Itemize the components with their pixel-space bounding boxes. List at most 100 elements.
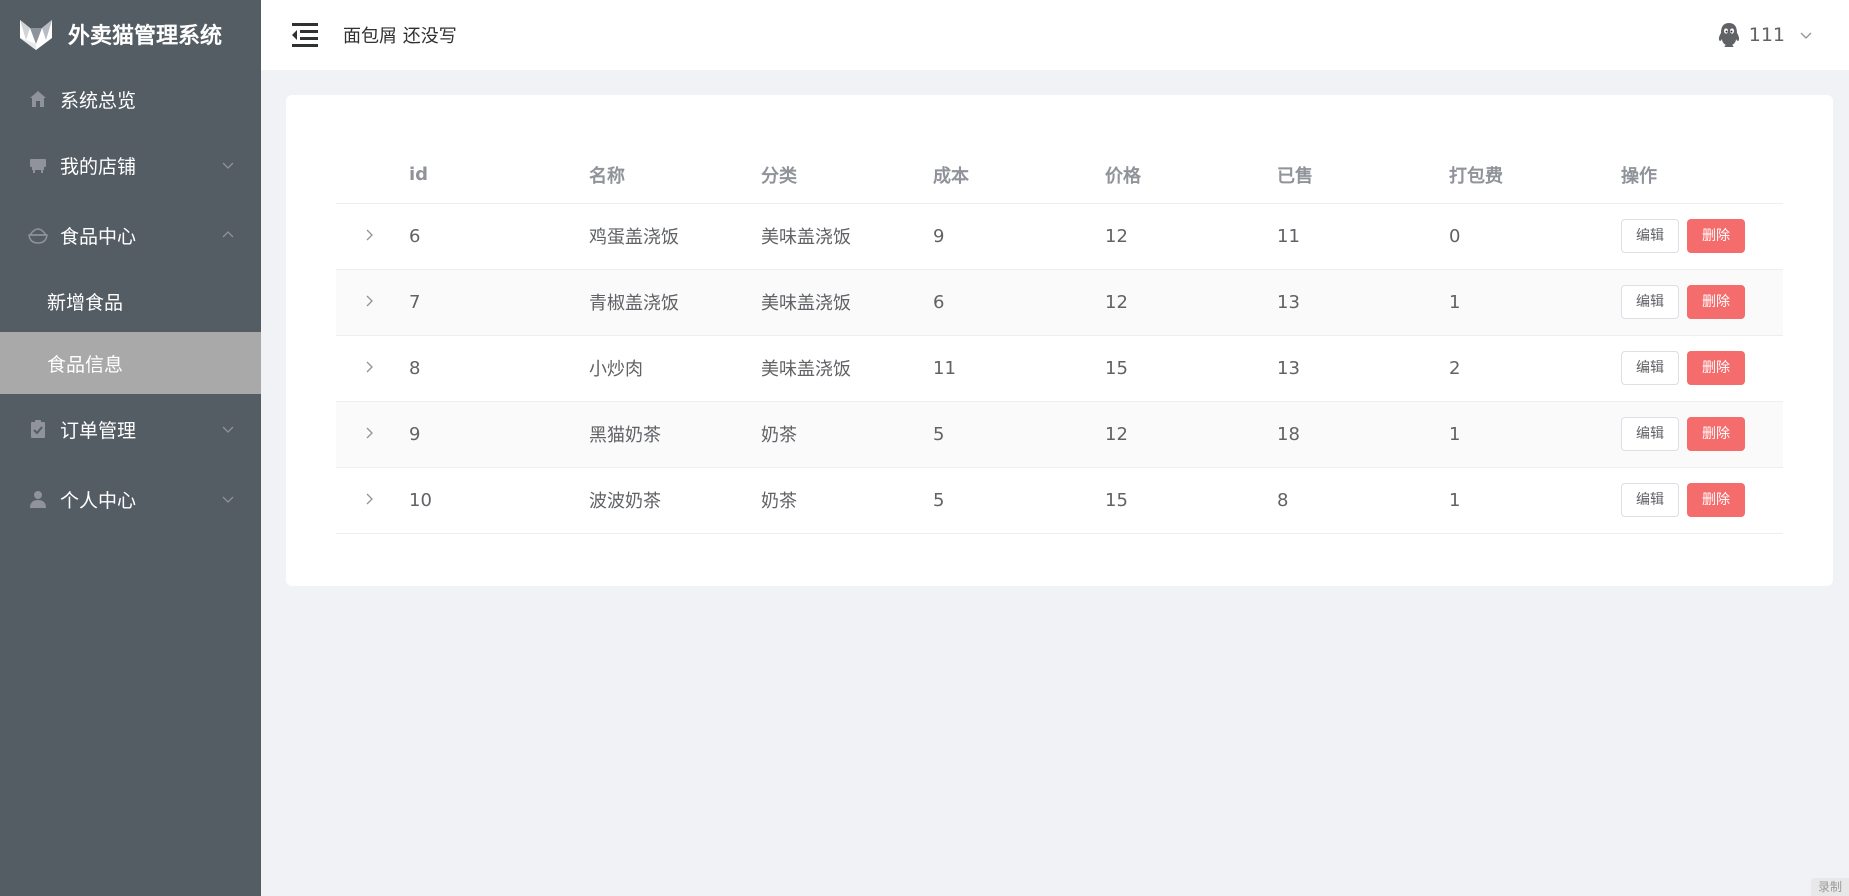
table-header-row: id 名称 分类 成本 价格 已售 打包费 操作 xyxy=(336,147,1783,204)
cell-name: 黑猫奶茶 xyxy=(589,401,761,468)
cell-name: 鸡蛋盖浇饭 xyxy=(589,203,761,270)
column-header-sold: 已售 xyxy=(1277,147,1449,204)
edit-button[interactable]: 编辑 xyxy=(1621,219,1679,253)
edit-button[interactable]: 编辑 xyxy=(1621,483,1679,517)
chevron-up-icon xyxy=(222,231,234,238)
sidebar-subitem-add-food[interactable]: 新增食品 xyxy=(0,270,261,332)
column-header-category: 分类 xyxy=(761,147,933,204)
expand-cell xyxy=(336,269,409,336)
cell-id: 9 xyxy=(409,401,589,468)
cell-name: 青椒盖浇饭 xyxy=(589,269,761,336)
sidebar-item-label: 订单管理 xyxy=(60,419,137,442)
cat-logo-icon xyxy=(20,20,52,50)
chevron-right-icon[interactable] xyxy=(362,228,376,242)
table-row: 9 黑猫奶茶 奶茶 5 12 18 1 编辑 删除 xyxy=(336,401,1783,468)
column-header-packing-fee: 打包费 xyxy=(1449,147,1621,204)
cell-packing-fee: 1 xyxy=(1449,269,1621,336)
store-icon xyxy=(28,155,48,175)
delete-button[interactable]: 删除 xyxy=(1687,351,1745,385)
chevron-right-icon[interactable] xyxy=(362,492,376,506)
cell-id: 7 xyxy=(409,269,589,336)
sidebar-item-label: 系统总览 xyxy=(60,89,137,112)
cell-sold: 18 xyxy=(1277,401,1449,468)
actions-cell: 编辑 删除 xyxy=(1621,203,1783,270)
sidebar-item-profile[interactable]: 个人中心 xyxy=(0,464,261,534)
cell-cost: 5 xyxy=(933,401,1105,468)
sidebar-subitem-food-info[interactable]: 食品信息 xyxy=(0,332,261,394)
cell-cost: 11 xyxy=(933,335,1105,402)
chevron-down-icon xyxy=(1800,32,1812,39)
column-header-actions: 操作 xyxy=(1621,147,1783,204)
app-logo[interactable]: 外卖猫管理系统 xyxy=(0,0,261,68)
chevron-right-icon[interactable] xyxy=(362,360,376,374)
sidebar-item-food-center[interactable]: 食品中心 xyxy=(0,200,261,270)
cell-sold: 13 xyxy=(1277,269,1449,336)
sidebar-item-overview[interactable]: 系统总览 xyxy=(0,68,261,130)
user-icon xyxy=(28,489,48,509)
edit-button[interactable]: 编辑 xyxy=(1621,417,1679,451)
cell-category: 美味盖浇饭 xyxy=(761,269,933,336)
delete-button[interactable]: 删除 xyxy=(1687,285,1745,319)
cell-id: 8 xyxy=(409,335,589,402)
cell-packing-fee: 1 xyxy=(1449,467,1621,534)
expand-cell xyxy=(336,335,409,402)
column-header-expand xyxy=(336,147,409,204)
edit-button[interactable]: 编辑 xyxy=(1621,285,1679,319)
cell-cost: 9 xyxy=(933,203,1105,270)
table-row: 7 青椒盖浇饭 美味盖浇饭 6 12 13 1 编辑 删除 xyxy=(336,269,1783,336)
cell-sold: 11 xyxy=(1277,203,1449,270)
cell-cost: 5 xyxy=(933,467,1105,534)
column-header-cost: 成本 xyxy=(933,147,1105,204)
home-icon xyxy=(28,89,48,109)
sidebar-item-label: 个人中心 xyxy=(60,489,137,512)
cell-category: 美味盖浇饭 xyxy=(761,335,933,402)
table-row: 6 鸡蛋盖浇饭 美味盖浇饭 9 12 11 0 编辑 删除 xyxy=(336,203,1783,270)
cell-price: 12 xyxy=(1105,269,1277,336)
cell-category: 美味盖浇饭 xyxy=(761,203,933,270)
sidebar-subitem-label: 食品信息 xyxy=(47,353,124,376)
chevron-right-icon[interactable] xyxy=(362,426,376,440)
column-header-id: id xyxy=(409,147,589,204)
sidebar-item-label: 我的店铺 xyxy=(60,155,137,178)
delete-button[interactable]: 删除 xyxy=(1687,483,1745,517)
cell-price: 15 xyxy=(1105,335,1277,402)
user-dropdown[interactable]: 111 xyxy=(1715,0,1813,70)
column-header-price: 价格 xyxy=(1105,147,1277,204)
delete-button[interactable]: 删除 xyxy=(1687,219,1745,253)
cell-packing-fee: 2 xyxy=(1449,335,1621,402)
delete-button[interactable]: 删除 xyxy=(1687,417,1745,451)
app-title: 外卖猫管理系统 xyxy=(68,24,223,49)
food-info-card: id 名称 分类 成本 价格 已售 打包费 操作 6 鸡蛋盖浇饭 美味盖浇饭 9 12 1… xyxy=(286,95,1833,586)
chevron-down-icon xyxy=(222,426,234,433)
actions-cell: 编辑 删除 xyxy=(1621,467,1783,534)
cell-name: 波波奶茶 xyxy=(589,467,761,534)
expand-cell xyxy=(336,401,409,468)
actions-cell: 编辑 删除 xyxy=(1621,335,1783,402)
chevron-down-icon xyxy=(222,162,234,169)
cell-packing-fee: 0 xyxy=(1449,203,1621,270)
cell-name: 小炒肉 xyxy=(589,335,761,402)
sidebar-subitem-label: 新增食品 xyxy=(47,291,124,314)
cell-category: 奶茶 xyxy=(761,467,933,534)
cell-id: 10 xyxy=(409,467,589,534)
sidebar-item-label: 食品中心 xyxy=(60,225,137,248)
actions-cell: 编辑 删除 xyxy=(1621,269,1783,336)
watermark: 录制 xyxy=(1811,878,1849,896)
cell-id: 6 xyxy=(409,203,589,270)
expand-cell xyxy=(336,203,409,270)
qq-penguin-icon xyxy=(1718,23,1739,47)
edit-button[interactable]: 编辑 xyxy=(1621,351,1679,385)
sidebar: 外卖猫管理系统 系统总览 我的店铺 食品中心 新增食品 食品信息 订单管理 个人… xyxy=(0,0,261,896)
top-header: 面包屑 还没写 111 xyxy=(261,0,1849,70)
actions-cell: 编辑 删除 xyxy=(1621,401,1783,468)
cell-price: 12 xyxy=(1105,203,1277,270)
sidebar-item-orders[interactable]: 订单管理 xyxy=(0,394,261,464)
clipboard-icon xyxy=(28,419,48,439)
breadcrumb: 面包屑 还没写 xyxy=(343,26,457,47)
menu-toggle-icon[interactable] xyxy=(290,22,320,48)
sidebar-item-my-store[interactable]: 我的店铺 xyxy=(0,130,261,200)
chevron-right-icon[interactable] xyxy=(362,294,376,308)
table-row: 8 小炒肉 美味盖浇饭 11 15 13 2 编辑 删除 xyxy=(336,335,1783,402)
food-table: id 名称 分类 成本 价格 已售 打包费 操作 6 鸡蛋盖浇饭 美味盖浇饭 9 12 1… xyxy=(336,147,1783,534)
cell-sold: 8 xyxy=(1277,467,1449,534)
